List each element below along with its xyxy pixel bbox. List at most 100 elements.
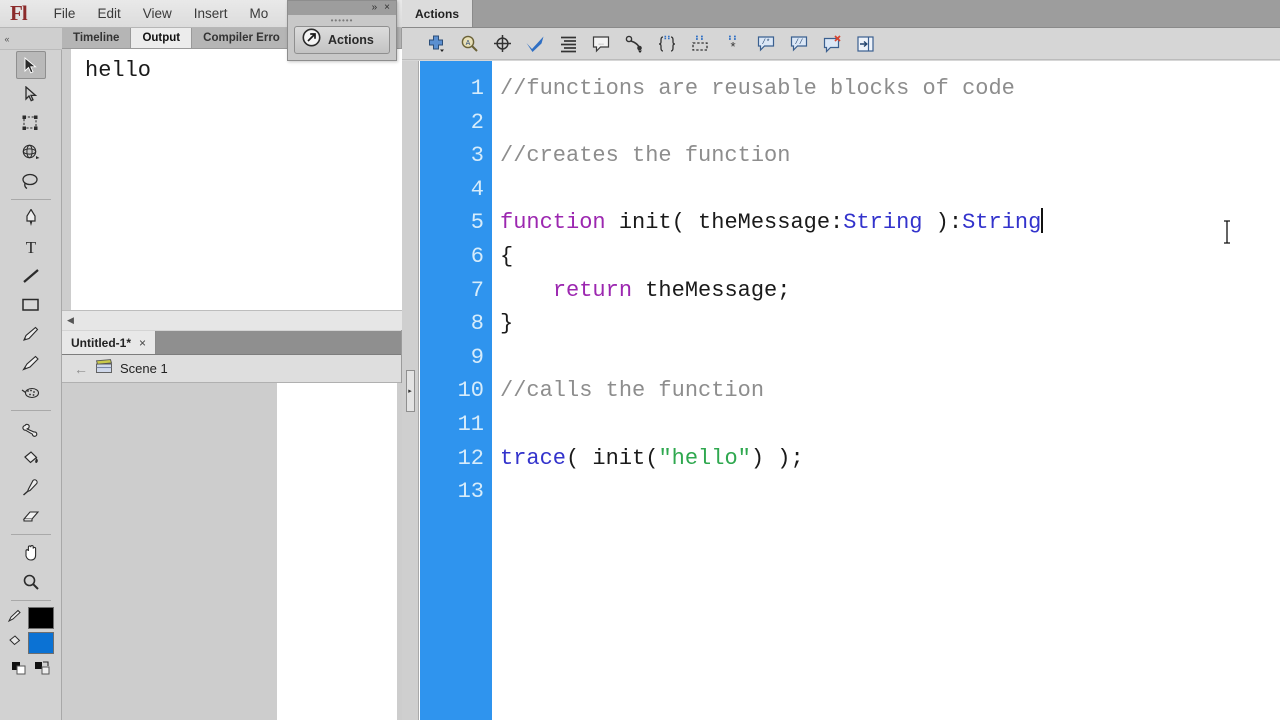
auto-format-icon[interactable]	[558, 34, 578, 54]
line-number: 5	[470, 210, 484, 236]
menu-view[interactable]: View	[132, 3, 183, 24]
collapse-between-braces-icon[interactable]	[657, 34, 677, 54]
output-horizontal-scrollbar[interactable]: ◀	[62, 310, 402, 330]
menu-insert[interactable]: Insert	[183, 3, 239, 24]
collapse-selection-icon[interactable]	[690, 34, 710, 54]
code-line[interactable]: //functions are reusable blocks of code	[500, 72, 1280, 106]
tool-bone[interactable]	[16, 415, 46, 443]
tab-output[interactable]: Output	[131, 28, 193, 48]
actions-button-label: Actions	[328, 33, 374, 47]
document-tab-untitled-1[interactable]: Untitled-1* ×	[62, 331, 157, 354]
toolbox-panel: « T	[0, 28, 62, 720]
tool-pencil[interactable]	[16, 320, 46, 348]
code-line[interactable]: //creates the function	[500, 139, 1280, 173]
tool-rectangle[interactable]	[16, 291, 46, 319]
stroke-color-swatch[interactable]	[28, 607, 54, 629]
line-number: 6	[470, 243, 484, 269]
svg-text://: //	[795, 39, 803, 47]
output-console[interactable]: hello	[62, 49, 402, 310]
black-and-white-icon[interactable]	[11, 661, 27, 680]
menu-edit[interactable]: Edit	[86, 3, 131, 24]
code-line[interactable]: //calls the function	[500, 374, 1280, 408]
close-panel-icon[interactable]: ×	[384, 3, 390, 13]
line-number: 8	[470, 311, 484, 337]
tool-eyedropper[interactable]	[16, 473, 46, 501]
splitter-grip-arrow[interactable]: ▸	[405, 369, 415, 412]
apply-line-comment-icon[interactable]: //	[789, 34, 809, 54]
tool-eraser[interactable]	[16, 502, 46, 530]
paint-bucket-fill-icon	[7, 634, 23, 653]
tool-spray-brush[interactable]	[16, 378, 46, 406]
find-icon[interactable]: A	[459, 34, 479, 54]
tool-selection[interactable]	[15, 51, 46, 79]
actions-panel-button[interactable]: Actions	[294, 26, 390, 54]
fill-color-row	[7, 632, 54, 654]
panel-grip-handle[interactable]: ••••••	[288, 15, 396, 26]
pencil-stroke-icon	[7, 609, 23, 628]
expand-all-icon[interactable]: *	[723, 34, 743, 54]
tab-timeline[interactable]: Timeline	[62, 28, 132, 48]
code-line[interactable]: }	[500, 307, 1280, 341]
tool-brush[interactable]	[16, 349, 46, 377]
close-icon[interactable]: ×	[139, 336, 146, 350]
expand-panel-icon[interactable]: »	[372, 3, 378, 13]
code-line[interactable]: trace( init("hello") );	[500, 442, 1280, 476]
toolbox-divider-3	[10, 534, 51, 535]
tool-free-transform[interactable]	[16, 109, 46, 137]
apply-block-comment-icon[interactable]: /*	[756, 34, 776, 54]
code-line[interactable]	[500, 173, 1280, 207]
show-toolbox-icon[interactable]	[855, 34, 875, 54]
tool-pen[interactable]	[16, 204, 46, 232]
tool-lasso[interactable]	[16, 167, 46, 195]
line-number: 1	[470, 76, 484, 101]
code-line[interactable]	[500, 475, 1280, 509]
scene-name-label[interactable]: Scene 1	[120, 361, 168, 376]
code-line[interactable]	[500, 106, 1280, 140]
actions-arrow-icon	[302, 28, 321, 52]
tab-compiler-errors[interactable]: Compiler Erro	[192, 28, 292, 48]
code-line[interactable]	[500, 341, 1280, 375]
debug-options-icon[interactable]	[624, 34, 644, 54]
actions-tabstrip: Actions	[402, 0, 1280, 28]
stage-workspace[interactable]	[62, 383, 402, 720]
code-token: ( init(	[566, 445, 659, 471]
tool-3d-rotation[interactable]	[16, 138, 46, 166]
check-syntax-icon[interactable]	[525, 34, 545, 54]
code-line[interactable]: function init( theMessage:String ):Strin…	[500, 206, 1280, 240]
actions-toolbar: A ... * /* //	[402, 28, 1280, 60]
code-token: //calls the function	[500, 378, 765, 404]
back-arrow-icon[interactable]: ←	[74, 361, 88, 377]
code-line[interactable]: {	[500, 240, 1280, 274]
code-token: {	[500, 243, 514, 269]
code-text-area[interactable]: //functions are reusable blocks of code …	[492, 61, 1280, 720]
show-code-hint-icon[interactable]: ...	[591, 34, 611, 54]
code-token: function	[500, 210, 606, 236]
tool-hand[interactable]	[16, 539, 46, 567]
menu-modify[interactable]: Mo	[239, 3, 280, 24]
tool-subselection[interactable]	[16, 80, 46, 108]
mouse-ibeam-cursor	[1222, 220, 1232, 244]
stage-canvas[interactable]	[277, 383, 397, 720]
tool-paint-bucket[interactable]	[16, 444, 46, 472]
swap-colors-icon[interactable]	[34, 661, 51, 680]
fill-color-swatch[interactable]	[28, 632, 54, 654]
code-token: theMessage;	[632, 277, 791, 303]
remove-comment-icon[interactable]	[822, 34, 842, 54]
code-line[interactable]: return theMessage;	[500, 274, 1280, 308]
floating-actions-panel[interactable]: » × •••••• Actions	[287, 0, 397, 61]
document-tab-label: Untitled-1*	[71, 335, 131, 350]
insert-target-path-icon[interactable]	[492, 34, 512, 54]
scroll-left-icon[interactable]: ◀	[62, 315, 74, 326]
tool-zoom[interactable]	[16, 568, 46, 596]
toolbox-collapse-button[interactable]: «	[0, 28, 62, 50]
tool-text[interactable]: T	[16, 233, 46, 261]
tab-actions[interactable]: Actions	[402, 0, 474, 27]
subselection-arrow-icon	[24, 86, 38, 102]
line-icon	[22, 268, 40, 284]
tool-line[interactable]	[16, 262, 46, 290]
add-item-icon[interactable]	[426, 34, 446, 54]
editor-splitter[interactable]: ▸	[402, 61, 419, 720]
code-line[interactable]	[500, 408, 1280, 442]
menu-file[interactable]: File	[43, 3, 87, 24]
pencil-icon	[21, 326, 40, 343]
